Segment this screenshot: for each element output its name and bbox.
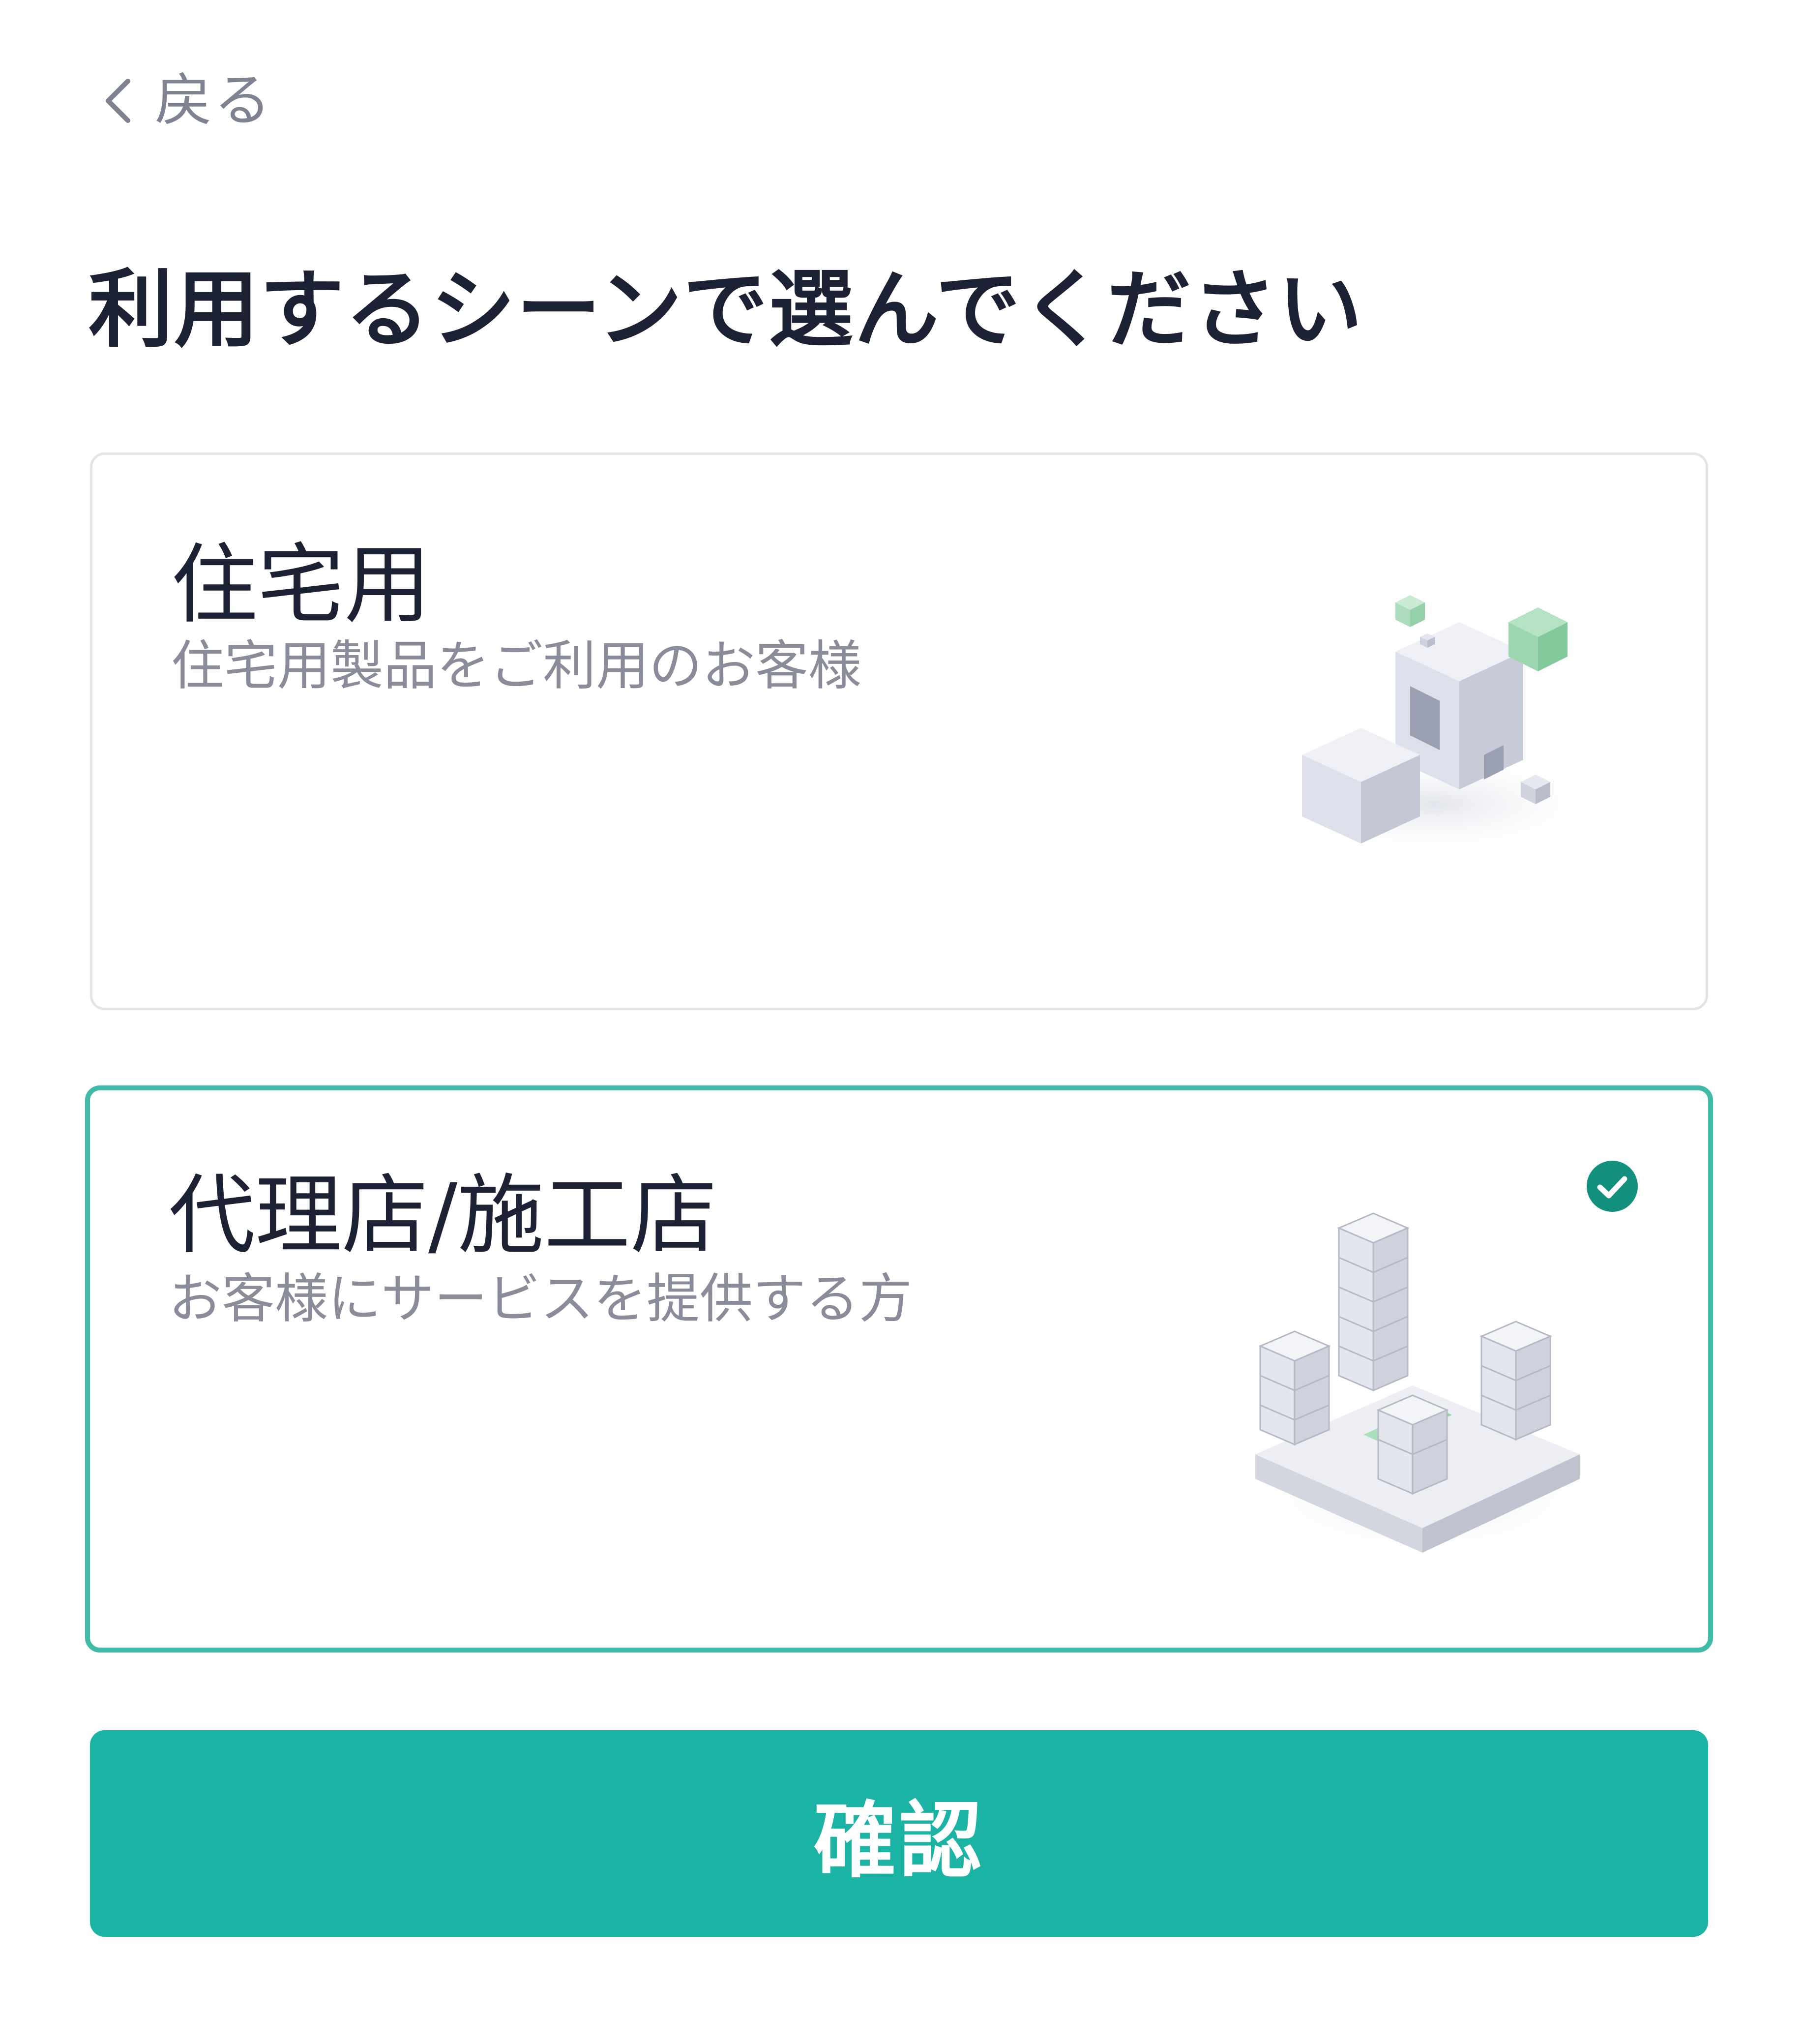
option-description: 住宅用製品をご利用のお客様 (171, 635, 862, 697)
back-link[interactable]: 戻る (101, 66, 273, 135)
option-card-residential[interactable]: 住宅用 住宅用製品をご利用のお客様 (90, 452, 1708, 1010)
city-blocks-illustration (1236, 1212, 1609, 1563)
option-description: お客様にサービスを提供する方 (169, 1268, 913, 1330)
house-blocks-illustration (1258, 595, 1612, 858)
confirm-button[interactable]: 確認 (90, 1730, 1708, 1937)
chevron-left-icon (106, 79, 130, 123)
option-card-dealer[interactable]: 代理店/施工店 お客様にサービスを提供する方 (85, 1085, 1713, 1653)
option-title: 住宅用 (171, 535, 431, 635)
option-title: 代理店/施工店 (169, 1165, 717, 1266)
back-label: 戻る (155, 67, 273, 134)
page-title: 利用するシーンで選んでください (89, 260, 1363, 359)
